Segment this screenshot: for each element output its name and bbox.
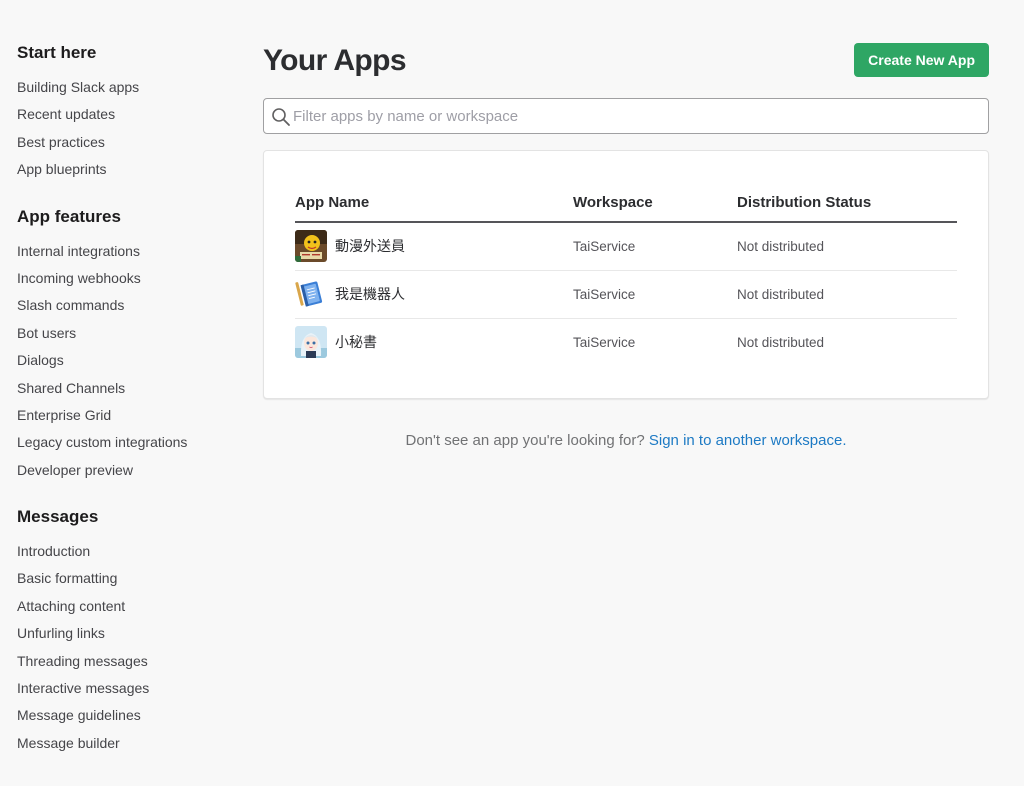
sidebar-item-attaching-content[interactable]: Attaching content: [17, 593, 227, 620]
search-box: [263, 98, 989, 134]
app-name-cell: 我是機器人: [295, 270, 573, 319]
sidebar-item-internal-integrations[interactable]: Internal integrations: [17, 238, 227, 265]
sidebar-item-best-practices[interactable]: Best practices: [17, 129, 227, 156]
column-header-app-name: App Name: [295, 177, 573, 223]
sidebar-item-basic-formatting[interactable]: Basic formatting: [17, 565, 227, 592]
table-header-row: App Name Workspace Distribution Status: [295, 177, 957, 223]
title-row: Your Apps Create New App: [263, 40, 989, 86]
sidebar-section-app-features: App features Internal integrations Incom…: [17, 204, 227, 485]
sidebar-item-developer-preview[interactable]: Developer preview: [17, 457, 227, 484]
sidebar-nav: Start here Building Slack apps Recent up…: [17, 40, 227, 777]
app-name: 我是機器人: [335, 287, 405, 303]
app-link[interactable]: 小秘書: [295, 326, 573, 359]
sidebar-item-slash-commands[interactable]: Slash commands: [17, 292, 227, 319]
sidebar-section-messages: Messages Introduction Basic formatting A…: [17, 504, 227, 757]
blue-notebook-icon: [295, 278, 327, 310]
sidebar-heading: App features: [17, 206, 121, 226]
sidebar-item-introduction[interactable]: Introduction: [17, 538, 227, 565]
app-link[interactable]: 我是機器人: [295, 278, 573, 310]
search-icon: [272, 108, 290, 126]
app-name-cell: 動漫外送員: [295, 222, 573, 271]
app-name: 動漫外送員: [335, 239, 405, 256]
anime-girl-icon: [295, 326, 327, 359]
footer-note: Don't see an app you're looking for? Sig…: [263, 432, 989, 449]
anime-delivery-icon: [295, 230, 327, 263]
sidebar-section-start-here: Start here Building Slack apps Recent up…: [17, 40, 227, 184]
app-link[interactable]: 動漫外送員: [295, 230, 573, 263]
sidebar-item-threading-messages[interactable]: Threading messages: [17, 648, 227, 675]
status-cell: Not distributed: [737, 222, 957, 271]
sidebar-item-message-guidelines[interactable]: Message guidelines: [17, 702, 227, 729]
sidebar-item-legacy-custom-integrations[interactable]: Legacy custom integrations: [17, 429, 227, 456]
page: Start here Building Slack apps Recent up…: [0, 0, 1024, 786]
sidebar-item-building-slack-apps[interactable]: Building Slack apps: [17, 74, 227, 101]
sidebar-item-shared-channels[interactable]: Shared Channels: [17, 375, 227, 402]
column-header-distribution-status: Distribution Status: [737, 177, 957, 223]
table-row: 小秘書 TaiService Not distributed: [295, 318, 957, 366]
status-cell: Not distributed: [737, 334, 825, 350]
table-row: 我是機器人 TaiService Not distributed: [295, 270, 957, 319]
column-header-workspace: Workspace: [573, 177, 737, 223]
sign-in-another-workspace-link[interactable]: Sign in to another workspace.: [649, 432, 847, 449]
sidebar-item-recent-updates[interactable]: Recent updates: [17, 101, 227, 128]
app-name-cell: 小秘書: [295, 318, 573, 366]
sidebar-item-dialogs[interactable]: Dialogs: [17, 347, 227, 374]
footer-text: Don't see an app you're looking for?: [405, 432, 649, 449]
sidebar-item-bot-users[interactable]: Bot users: [17, 320, 227, 347]
sidebar-item-enterprise-grid[interactable]: Enterprise Grid: [17, 402, 227, 429]
apps-card: App Name Workspace Distribution Status 動…: [263, 150, 989, 399]
create-new-app-button[interactable]: Create New App: [854, 43, 989, 77]
apps-table: App Name Workspace Distribution Status 動…: [295, 177, 957, 366]
sidebar-item-incoming-webhooks[interactable]: Incoming webhooks: [17, 265, 227, 292]
app-name: 小秘書: [335, 335, 377, 352]
filter-apps-input[interactable]: [293, 99, 982, 133]
workspace-cell: TaiService: [573, 270, 737, 319]
table-row: 動漫外送員 TaiService Not distributed: [295, 222, 957, 271]
sidebar-item-interactive-messages[interactable]: Interactive messages: [17, 675, 227, 702]
status-cell: Not distributed: [737, 270, 957, 319]
sidebar-item-app-blueprints[interactable]: App blueprints: [17, 156, 227, 183]
sidebar-item-message-builder[interactable]: Message builder: [17, 730, 227, 757]
sidebar-heading: Messages: [17, 507, 99, 527]
workspace-cell: TaiService: [573, 334, 636, 350]
sidebar-heading: Start here: [17, 43, 97, 62]
sidebar-item-unfurling-links[interactable]: Unfurling links: [17, 620, 227, 647]
workspace-cell: TaiService: [573, 222, 737, 271]
main-content: Your Apps Create New App App Name Worksp…: [263, 40, 989, 449]
